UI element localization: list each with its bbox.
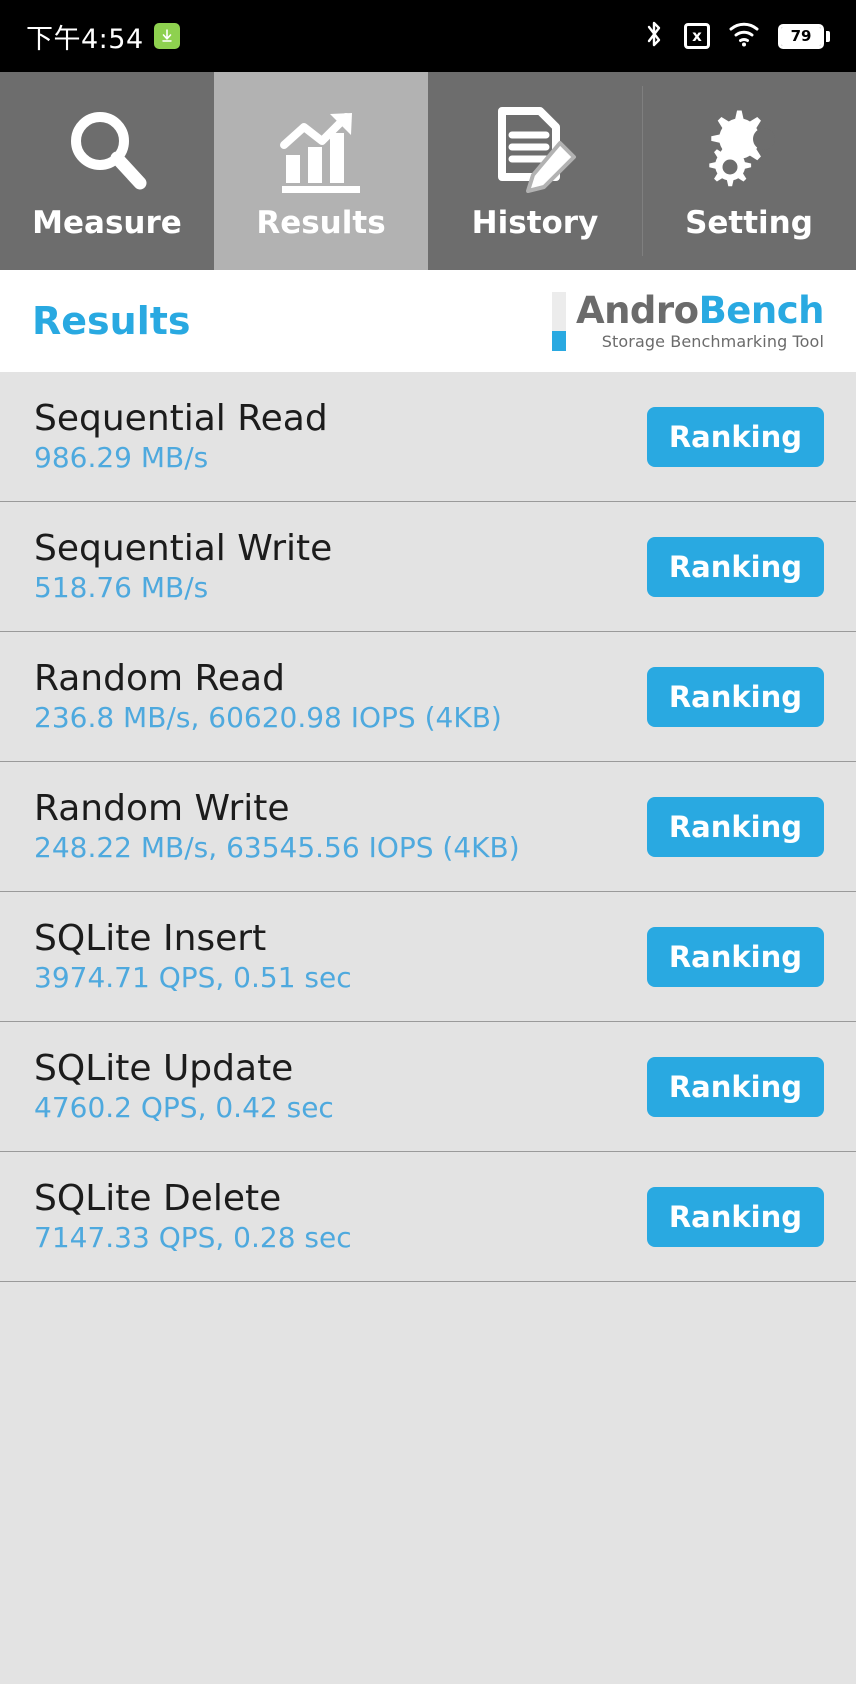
result-row-texts: Sequential Read 986.29 MB/s [34, 399, 328, 473]
result-title: Random Read [34, 658, 285, 700]
result-row[interactable]: Sequential Write 518.76 MB/s Ranking [0, 502, 856, 632]
androbench-logo: AndroBench Storage Benchmarking Tool [551, 288, 825, 351]
result-value: 3974.71 QPS, 0.51 sec [34, 960, 352, 994]
logo-tagline: Storage Benchmarking Tool [601, 331, 824, 351]
result-value: 248.22 MB/s, 63545.56 IOPS (4KB) [34, 830, 520, 864]
result-row-texts: Random Write 248.22 MB/s, 63545.56 IOPS (… [34, 789, 520, 863]
logo-accent-bar-top [551, 291, 566, 331]
logo-andro: Andro [575, 288, 699, 332]
result-row-texts: SQLite Update 4760.2 QPS, 0.42 sec [34, 1049, 334, 1123]
result-row-texts: Random Read 236.8 MB/s, 60620.98 IOPS (4K… [34, 659, 502, 733]
logo-accent-bar [551, 291, 566, 351]
result-row[interactable]: SQLite Insert 3974.71 QPS, 0.51 sec Rankin… [0, 892, 856, 1022]
bar-chart-arrow-icon [274, 101, 368, 197]
wifi-icon [728, 21, 760, 51]
tab-history-label: History [471, 205, 599, 241]
ranking-button[interactable]: Ranking [646, 666, 824, 727]
result-title: Sequential Read [34, 398, 328, 440]
page-header: Results AndroBench Storage Benchmarking … [0, 270, 856, 372]
magnifier-icon [60, 101, 154, 197]
page-title: Results [32, 299, 191, 343]
result-title: SQLite Insert [34, 918, 267, 960]
tab-measure[interactable]: Measure [0, 72, 214, 270]
result-row[interactable]: Sequential Read 986.29 MB/s Ranking [0, 372, 856, 502]
status-bar-right: x 79 [642, 19, 830, 53]
battery-body: 79 [778, 23, 824, 49]
result-value: 236.8 MB/s, 60620.98 IOPS (4KB) [34, 700, 502, 734]
logo-bench: Bench [698, 288, 825, 332]
result-title: SQLite Update [34, 1048, 294, 1090]
status-bar: 下午4:54 x 79 [0, 0, 856, 72]
tab-history[interactable]: History [428, 72, 642, 270]
ranking-button[interactable]: Ranking [646, 1056, 824, 1117]
ranking-button[interactable]: Ranking [646, 536, 824, 597]
result-row-texts: SQLite Delete 7147.33 QPS, 0.28 sec [34, 1179, 352, 1253]
empty-list-area [0, 1282, 856, 1684]
battery-level-label: 79 [781, 26, 821, 46]
battery-cap [826, 30, 830, 42]
sim-x-label: x [692, 26, 702, 45]
ranking-button[interactable]: Ranking [646, 1186, 824, 1247]
result-title: Random Write [34, 788, 290, 830]
result-value: 7147.33 QPS, 0.28 sec [34, 1220, 352, 1254]
bluetooth-icon [642, 19, 666, 53]
result-title: Sequential Write [34, 528, 333, 570]
result-value: 4760.2 QPS, 0.42 sec [34, 1090, 334, 1124]
ranking-button[interactable]: Ranking [646, 796, 824, 857]
result-row-texts: SQLite Insert 3974.71 QPS, 0.51 sec [34, 919, 352, 993]
tab-setting-label: Setting [685, 205, 813, 241]
result-row[interactable]: Random Write 248.22 MB/s, 63545.56 IOPS (… [0, 762, 856, 892]
gears-icon [702, 101, 796, 197]
tab-measure-label: Measure [32, 205, 182, 241]
results-list: Sequential Read 986.29 MB/s Ranking Sequent… [0, 372, 856, 1282]
ranking-button[interactable]: Ranking [646, 406, 824, 467]
main-tab-bar: Measure Results History Setting [0, 72, 856, 270]
logo-text: AndroBench Storage Benchmarking Tool [575, 288, 825, 351]
app-screen: 下午4:54 x 79 Measure Results History Sett… [0, 0, 856, 1684]
status-clock: 下午4:54 [26, 23, 144, 55]
tab-results[interactable]: Results [214, 72, 428, 270]
logo-wordmark: AndroBench [575, 288, 825, 332]
result-row[interactable]: Random Read 236.8 MB/s, 60620.98 IOPS (4K… [0, 632, 856, 762]
sim-card-off-icon: x [684, 23, 710, 49]
download-arrow-icon [153, 23, 180, 49]
result-row-texts: Sequential Write 518.76 MB/s [34, 529, 332, 603]
document-pencil-icon [488, 101, 582, 197]
status-bar-left: 下午4:54 [26, 17, 180, 56]
result-title: SQLite Delete [34, 1178, 282, 1220]
ranking-button[interactable]: Ranking [646, 926, 824, 987]
result-row[interactable]: SQLite Delete 7147.33 QPS, 0.28 sec Rankin… [0, 1152, 856, 1282]
result-value: 986.29 MB/s [34, 440, 209, 474]
result-row[interactable]: SQLite Update 4760.2 QPS, 0.42 sec Ranking [0, 1022, 856, 1152]
tab-setting[interactable]: Setting [642, 72, 856, 270]
tab-results-label: Results [256, 205, 386, 241]
logo-accent-bar-bottom [551, 330, 566, 351]
result-value: 518.76 MB/s [34, 570, 209, 604]
battery-icon: 79 [778, 23, 830, 49]
